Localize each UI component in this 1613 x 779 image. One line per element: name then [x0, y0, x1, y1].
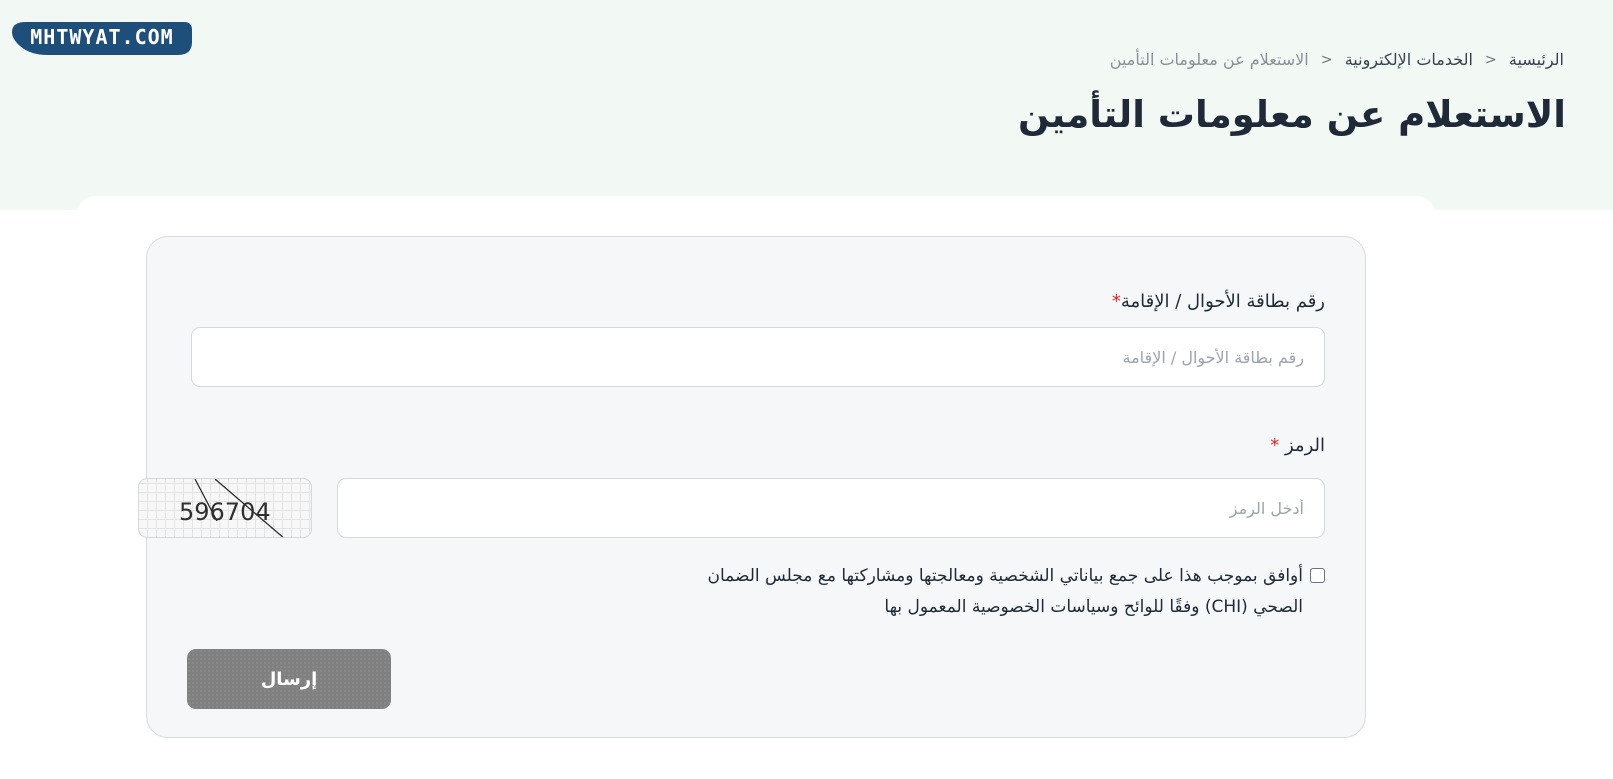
chevron-left-icon: < [1485, 52, 1497, 68]
required-mark: * [1270, 435, 1280, 456]
code-label-text: الرمز [1285, 435, 1325, 456]
captcha-code-input[interactable] [337, 478, 1325, 538]
breadcrumb: الرئيسية < الخدمات الإلكترونية < الاستعل… [1110, 48, 1564, 72]
insurance-inquiry-form: رقم بطاقة الأحوال / الإقامة* الرمز * 596… [138, 236, 1366, 738]
submit-button[interactable]: إرسال [187, 649, 391, 709]
breadcrumb-e-services[interactable]: الخدمات الإلكترونية [1345, 48, 1473, 72]
captcha-code-text: 596704 [179, 498, 271, 526]
chevron-left-icon: < [1320, 52, 1333, 68]
consent-text: أوافق بموجب هذا على جمع بياناتي الشخصية … [707, 566, 1303, 617]
site-logo[interactable]: MHTWYAT.COM [12, 22, 192, 55]
consent-checkbox[interactable] [1310, 568, 1325, 583]
code-label: الرمز * [1270, 433, 1325, 459]
captcha-image: 596704 [138, 478, 312, 538]
breadcrumb-current: الاستعلام عن معلومات التأمين [1109, 50, 1309, 69]
consent-row: أوافق بموجب هذا على جمع بياناتي الشخصية … [663, 561, 1325, 623]
id-number-label: رقم بطاقة الأحوال / الإقامة* [1112, 289, 1325, 315]
id-number-input[interactable] [191, 327, 1325, 387]
breadcrumb-home[interactable]: الرئيسية [1509, 48, 1564, 72]
logo-text: MHTWYAT.COM [30, 25, 174, 49]
page-title: الاستعلام عن معلومات التأمين [1018, 93, 1566, 136]
required-mark: * [1111, 291, 1121, 312]
id-number-label-text: رقم بطاقة الأحوال / الإقامة [1120, 291, 1325, 312]
